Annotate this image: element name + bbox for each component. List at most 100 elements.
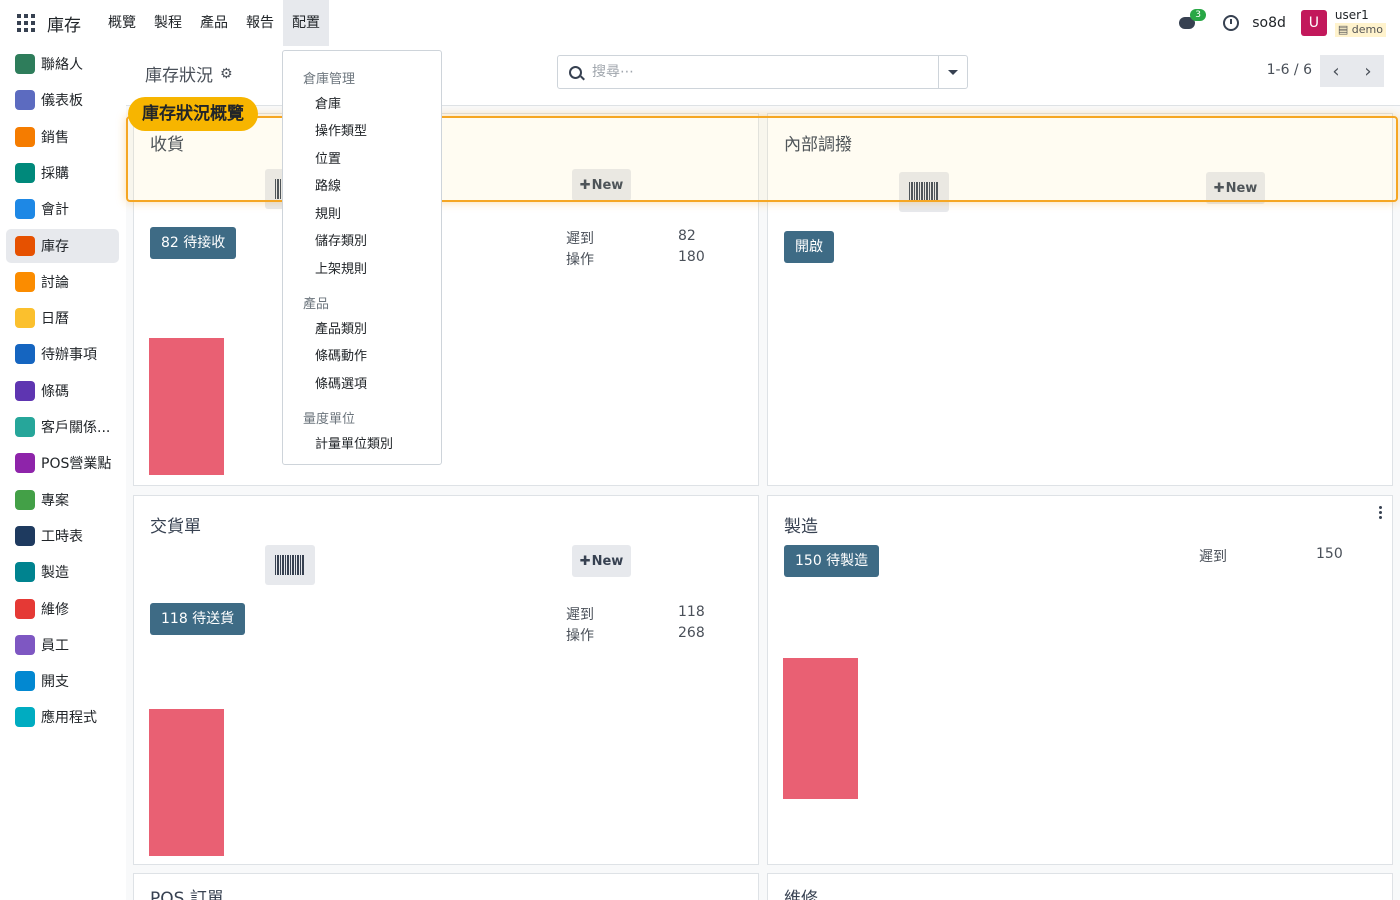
late-link[interactable]: 遲到 (566, 228, 594, 248)
gear-icon[interactable]: ⚙ (220, 66, 233, 82)
to-process-button[interactable]: 82 待接收 (150, 227, 237, 259)
messaging-badge: 3 (1190, 9, 1206, 21)
new-button[interactable]: ✚ New (572, 545, 631, 577)
sales-icon (15, 126, 35, 147)
sidebar-item-label: 開支 (41, 674, 69, 691)
barcode-button[interactable] (265, 545, 315, 585)
operations-count[interactable]: 268 (678, 625, 705, 641)
card-title[interactable]: 製造 (784, 512, 818, 537)
chevron-left-icon: ‹ (1332, 60, 1340, 82)
sidebar-item-label: 工時表 (41, 528, 83, 545)
search-box (557, 55, 968, 89)
database-name[interactable]: so8d (1252, 15, 1286, 31)
pager-previous-button[interactable]: ‹ (1320, 55, 1352, 87)
kebab-menu-icon[interactable] (1379, 506, 1382, 521)
dropdown-item[interactable]: 規則 (315, 203, 341, 222)
sidebar-item[interactable]: 庫存 (6, 228, 119, 263)
user-avatar[interactable]: U (1300, 10, 1327, 36)
sidebar-item-label: 討論 (41, 274, 69, 291)
app-brand[interactable]: 庫存 (47, 11, 81, 36)
dropdown-item[interactable]: 產品類別 (315, 318, 367, 337)
apps-store-icon (15, 707, 35, 728)
highlight-label: 庫存狀況概覽 (128, 97, 258, 131)
card-delivery-orders: 交貨單 ✚ New 118 待送貨 遲到 118 操作 268 (133, 495, 759, 865)
sidebar-item[interactable]: 會計 (6, 192, 119, 226)
dropdown-item[interactable]: 條碼動作 (315, 345, 367, 364)
sidebar-item[interactable]: 待辦事項 (6, 337, 119, 371)
configuration-dropdown: 倉庫管理 倉庫 操作類型 位置 路線 規則 儲存類別 上架規則 產品 產品類別 … (282, 50, 442, 465)
dropdown-header: 產品 (303, 297, 330, 312)
sidebar-item[interactable]: 維修 (6, 592, 119, 626)
to-process-button[interactable]: 150 待製造 (784, 545, 880, 577)
dropdown-item[interactable]: 儲存類別 (315, 230, 367, 249)
sidebar-item[interactable]: 銷售 (6, 120, 119, 154)
sidebar-item[interactable]: 員工 (6, 628, 119, 662)
to-process-button[interactable]: 118 待送貨 (150, 603, 246, 635)
sidebar-item[interactable]: 討論 (6, 265, 119, 299)
activity-clock-icon[interactable] (1223, 15, 1240, 31)
dropdown-item[interactable]: 路線 (315, 175, 341, 194)
dropdown-header: 倉庫管理 (303, 72, 356, 87)
search-input[interactable] (592, 64, 922, 80)
sidebar-item-label: 聯絡人 (41, 57, 83, 73)
pager-value[interactable]: 1-6 / 6 (1267, 62, 1312, 78)
barcode-app-icon (15, 380, 35, 401)
card-title[interactable]: 交貨單 (150, 512, 201, 537)
sidebar-item[interactable]: 製造 (6, 555, 119, 589)
open-button[interactable]: 開啟 (784, 231, 834, 263)
graph-bar[interactable] (149, 709, 224, 856)
sidebar-item[interactable]: 聯絡人 (6, 47, 119, 81)
search-options-toggle[interactable] (938, 56, 967, 88)
pager-next-button[interactable]: › (1352, 55, 1384, 87)
sidebar-item[interactable]: 工時表 (6, 519, 119, 553)
sidebar-item-label: 應用程式 (41, 710, 97, 727)
operations-count[interactable]: 180 (678, 249, 705, 265)
card-repair: 維修 (767, 873, 1393, 900)
sidebar-item[interactable]: 開支 (6, 664, 119, 698)
late-count[interactable]: 118 (678, 604, 705, 620)
menu-configuration[interactable]: 配置 (283, 0, 329, 46)
dropdown-item[interactable]: 位置 (315, 148, 341, 167)
sidebar-item[interactable]: 儀表板 (6, 83, 119, 117)
sidebar-item-label: 專案 (41, 492, 69, 509)
sidebar-item[interactable]: 日曆 (6, 301, 119, 335)
operations-link[interactable]: 操作 (566, 249, 594, 269)
user-db-badge: ▤ demo (1334, 23, 1386, 37)
sidebar-item-label: 待辦事項 (41, 347, 97, 364)
contacts-icon (15, 54, 35, 74)
dropdown-item[interactable]: 條碼選項 (315, 373, 367, 392)
late-count[interactable]: 82 (678, 228, 696, 244)
dashboard-icon (15, 90, 35, 111)
card-title[interactable]: 維修 (784, 884, 818, 900)
todo-icon (15, 344, 35, 365)
user-menu[interactable]: user1 ▤ demo (1334, 9, 1386, 37)
sidebar-item[interactable]: 應用程式 (6, 700, 119, 734)
sidebar-item[interactable]: 條碼 (6, 374, 119, 408)
dropdown-item[interactable]: 計量單位類別 (315, 433, 393, 452)
apps-grid-icon[interactable] (17, 14, 35, 32)
barcode-icon (275, 555, 305, 575)
late-link[interactable]: 遲到 (1199, 546, 1227, 566)
menu-products[interactable]: 產品 (191, 0, 237, 46)
menu-reporting[interactable]: 報告 (237, 0, 283, 46)
operations-link[interactable]: 操作 (566, 625, 594, 645)
app-sidebar: 聯絡人儀表板銷售 採購 會計 庫存討論日曆待辦事項條碼 客戶關係... POS營業點專案工… (0, 46, 126, 900)
sidebar-item[interactable]: 專案 (6, 483, 119, 517)
sidebar-item[interactable]: POS營業點 (6, 446, 119, 480)
sidebar-item[interactable]: 採購 (6, 156, 119, 190)
graph-bar[interactable] (783, 658, 858, 799)
graph-bar[interactable] (149, 338, 224, 475)
inventory-icon (15, 235, 35, 256)
dropdown-item[interactable]: 操作類型 (315, 120, 367, 139)
messaging-icon[interactable]: 3 (1179, 9, 1206, 33)
sidebar-item-label: 維修 (41, 601, 69, 618)
card-title[interactable]: POS 訂單 (150, 884, 224, 900)
dropdown-item[interactable]: 上架規則 (315, 258, 367, 277)
menu-overview[interactable]: 概覽 (99, 0, 145, 46)
sidebar-item[interactable]: 客戶關係... (6, 410, 119, 444)
menu-operations[interactable]: 製程 (145, 0, 191, 46)
late-count[interactable]: 150 (1316, 546, 1343, 562)
sidebar-item-label: 儀表板 (41, 93, 83, 110)
late-link[interactable]: 遲到 (566, 604, 594, 624)
dropdown-item[interactable]: 倉庫 (315, 93, 341, 112)
